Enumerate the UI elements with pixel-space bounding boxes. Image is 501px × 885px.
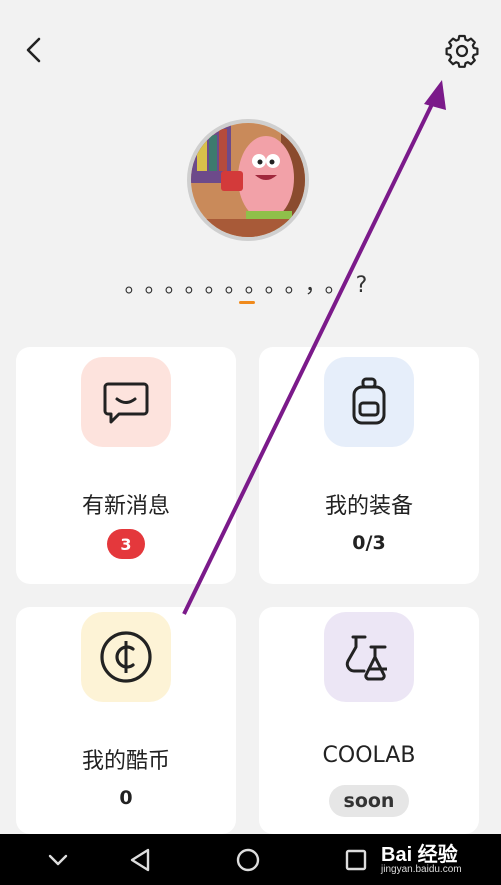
flask-icon-box (324, 612, 414, 702)
card-messages[interactable]: 有新消息 3 (16, 347, 236, 584)
username: 。。。。。。。。。，。? (124, 273, 377, 298)
coming-soon-pill: soon (329, 785, 409, 817)
coin-icon-box (81, 612, 171, 702)
backpack-icon (352, 377, 386, 425)
card-title: 我的酷币 (81, 749, 170, 774)
avatar-image (191, 123, 305, 237)
back-arrow-icon[interactable] (18, 34, 50, 66)
chevron-down-icon[interactable] (44, 846, 72, 874)
system-nav-bar: Bai 经验 jingyan.baidu.com (0, 834, 501, 885)
username-underline (239, 301, 255, 304)
flask-icon (345, 635, 387, 681)
unread-count-badge: 3 (107, 529, 145, 559)
card-coolab[interactable]: COOLAB soon (259, 607, 479, 834)
card-title: 我的装备 (324, 494, 413, 519)
message-icon-box (81, 357, 171, 447)
avatar[interactable] (187, 119, 309, 241)
card-title: COOLAB (322, 743, 416, 768)
equipment-count: 0/3 (352, 532, 386, 554)
card-title: 有新消息 (81, 494, 170, 519)
watermark-logo: Bai 经验 (381, 844, 458, 866)
coin-balance: 0 (119, 787, 133, 809)
top-bar (0, 0, 501, 100)
message-icon (103, 382, 149, 424)
recents-square-icon[interactable] (342, 846, 370, 874)
watermark-url: jingyan.baidu.com (381, 864, 462, 875)
card-coins[interactable]: 我的酷币 0 (16, 607, 236, 834)
back-triangle-icon[interactable] (126, 846, 154, 874)
home-circle-icon[interactable] (234, 846, 262, 874)
coin-icon (100, 631, 152, 683)
card-equipment[interactable]: 我的装备 0/3 (259, 347, 479, 584)
gear-icon[interactable] (444, 33, 480, 69)
backpack-icon-box (324, 357, 414, 447)
